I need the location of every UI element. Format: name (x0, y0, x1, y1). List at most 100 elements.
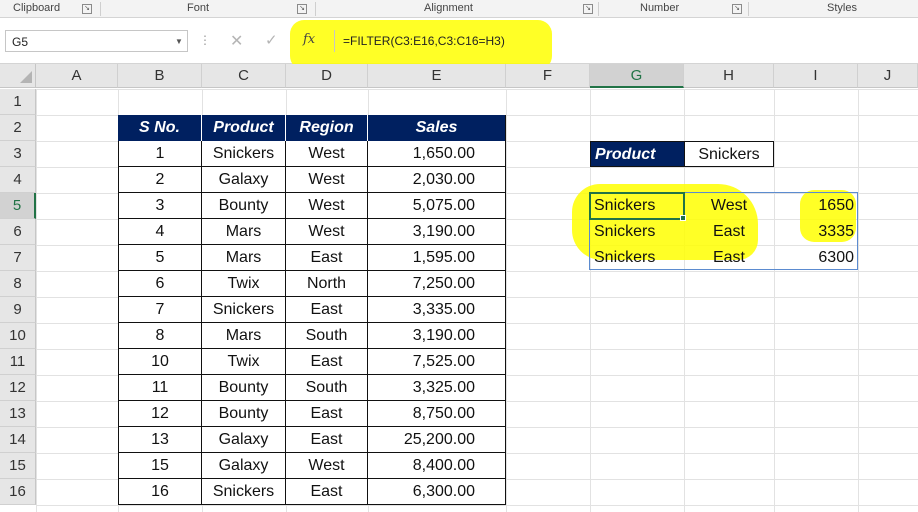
table-cell[interactable]: Galaxy (202, 167, 286, 193)
row-header-4[interactable]: 4 (0, 167, 36, 193)
table-cell[interactable]: 15 (118, 453, 202, 479)
table-cell[interactable]: West (286, 141, 368, 167)
table-cell[interactable]: South (286, 375, 368, 401)
column-header-c[interactable]: C (202, 64, 286, 88)
row-header-2[interactable]: 2 (0, 115, 36, 141)
table-cell[interactable]: Twix (202, 271, 286, 297)
table-cell[interactable]: 6,300.00 (368, 479, 506, 505)
table-cell[interactable]: 6 (118, 271, 202, 297)
ribbon-group-styles[interactable]: Styles (827, 2, 857, 14)
font-dialog-launcher-icon[interactable]: ↘ (297, 4, 307, 14)
table-cell[interactable]: West (286, 453, 368, 479)
name-box[interactable]: G5 (5, 30, 188, 52)
clipboard-dialog-launcher-icon[interactable]: ↘ (82, 4, 92, 14)
dropdown-arrow-icon[interactable]: ▼ (175, 37, 183, 46)
table-cell[interactable]: 3,335.00 (368, 297, 506, 323)
row-header-16[interactable]: 16 (0, 479, 36, 505)
active-cell-g5[interactable] (589, 192, 685, 220)
table-cell[interactable]: 12 (118, 401, 202, 427)
column-header-f[interactable]: F (506, 64, 590, 88)
row-header-6[interactable]: 6 (0, 219, 36, 245)
table-cell[interactable]: Mars (202, 245, 286, 271)
table-cell[interactable]: 25,200.00 (368, 427, 506, 453)
ribbon-group-number[interactable]: Number (640, 2, 679, 14)
table-cell[interactable]: 1 (118, 141, 202, 167)
row-header-14[interactable]: 14 (0, 427, 36, 453)
table-header-product[interactable]: Product (202, 115, 286, 141)
ribbon-group-clipboard[interactable]: Clipboard (13, 2, 60, 14)
table-cell[interactable]: Galaxy (202, 453, 286, 479)
row-header-12[interactable]: 12 (0, 375, 36, 401)
row-header-8[interactable]: 8 (0, 271, 36, 297)
table-cell[interactable]: North (286, 271, 368, 297)
table-cell[interactable]: Bounty (202, 375, 286, 401)
table-cell[interactable]: East (286, 349, 368, 375)
table-cell[interactable]: 5 (118, 245, 202, 271)
table-header-sales[interactable]: Sales (368, 115, 506, 141)
table-cell[interactable]: 3,190.00 (368, 219, 506, 245)
table-cell[interactable]: 5,075.00 (368, 193, 506, 219)
ribbon-group-font[interactable]: Font (187, 2, 209, 14)
table-cell[interactable]: 7 (118, 297, 202, 323)
table-cell[interactable]: 3,325.00 (368, 375, 506, 401)
table-cell[interactable]: 13 (118, 427, 202, 453)
table-cell[interactable]: West (286, 167, 368, 193)
table-cell[interactable]: Snickers (202, 297, 286, 323)
table-cell[interactable]: 2,030.00 (368, 167, 506, 193)
table-cell[interactable]: South (286, 323, 368, 349)
column-header-e[interactable]: E (368, 64, 506, 88)
table-cell[interactable]: Bounty (202, 193, 286, 219)
table-cell[interactable]: Mars (202, 219, 286, 245)
table-header-sno[interactable]: S No. (118, 115, 202, 141)
table-cell[interactable]: Snickers (202, 141, 286, 167)
column-header-g[interactable]: G (590, 64, 684, 88)
column-header-a[interactable]: A (36, 64, 118, 88)
cancel-icon[interactable]: ✕ (230, 31, 243, 51)
column-header-h[interactable]: H (684, 64, 774, 88)
table-cell[interactable]: East (286, 401, 368, 427)
table-cell[interactable]: East (286, 297, 368, 323)
row-header-1[interactable]: 1 (0, 89, 36, 115)
enter-icon[interactable]: ✓ (265, 31, 278, 49)
row-header-5[interactable]: 5 (0, 193, 36, 219)
table-cell[interactable]: 11 (118, 375, 202, 401)
table-cell[interactable]: 3,190.00 (368, 323, 506, 349)
table-cell[interactable]: Bounty (202, 401, 286, 427)
lookup-product-label[interactable]: Product (590, 141, 685, 167)
table-cell[interactable]: 2 (118, 167, 202, 193)
column-header-j[interactable]: J (858, 64, 918, 88)
table-cell[interactable]: 4 (118, 219, 202, 245)
table-cell[interactable]: Twix (202, 349, 286, 375)
formula-bar-grip-icon[interactable]: ⋮ (199, 33, 211, 47)
table-cell[interactable]: West (286, 193, 368, 219)
row-header-13[interactable]: 13 (0, 401, 36, 427)
column-header-d[interactable]: D (286, 64, 368, 88)
row-header-7[interactable]: 7 (0, 245, 36, 271)
row-header-11[interactable]: 11 (0, 349, 36, 375)
ribbon-group-alignment[interactable]: Alignment (424, 2, 473, 14)
formula-input[interactable]: =FILTER(C3:E16,C3:C16=H3) (334, 30, 918, 52)
table-cell[interactable]: Galaxy (202, 427, 286, 453)
table-cell[interactable]: East (286, 427, 368, 453)
alignment-dialog-launcher-icon[interactable]: ↘ (583, 4, 593, 14)
number-dialog-launcher-icon[interactable]: ↘ (732, 4, 742, 14)
row-header-15[interactable]: 15 (0, 453, 36, 479)
table-cell[interactable]: 8 (118, 323, 202, 349)
table-cell[interactable]: 3 (118, 193, 202, 219)
table-cell[interactable]: Mars (202, 323, 286, 349)
fill-handle[interactable] (680, 215, 686, 221)
lookup-product-value[interactable]: Snickers (684, 141, 774, 167)
table-cell[interactable]: East (286, 479, 368, 505)
column-header-b[interactable]: B (118, 64, 202, 88)
table-cell[interactable]: 16 (118, 479, 202, 505)
row-header-9[interactable]: 9 (0, 297, 36, 323)
table-cell[interactable]: 1,650.00 (368, 141, 506, 167)
table-header-region[interactable]: Region (286, 115, 368, 141)
table-cell[interactable]: 10 (118, 349, 202, 375)
table-cell[interactable]: Snickers (202, 479, 286, 505)
row-header-10[interactable]: 10 (0, 323, 36, 349)
table-cell[interactable]: 8,750.00 (368, 401, 506, 427)
table-cell[interactable]: 1,595.00 (368, 245, 506, 271)
table-cell[interactable]: 7,525.00 (368, 349, 506, 375)
fx-icon[interactable]: fx (303, 32, 315, 47)
